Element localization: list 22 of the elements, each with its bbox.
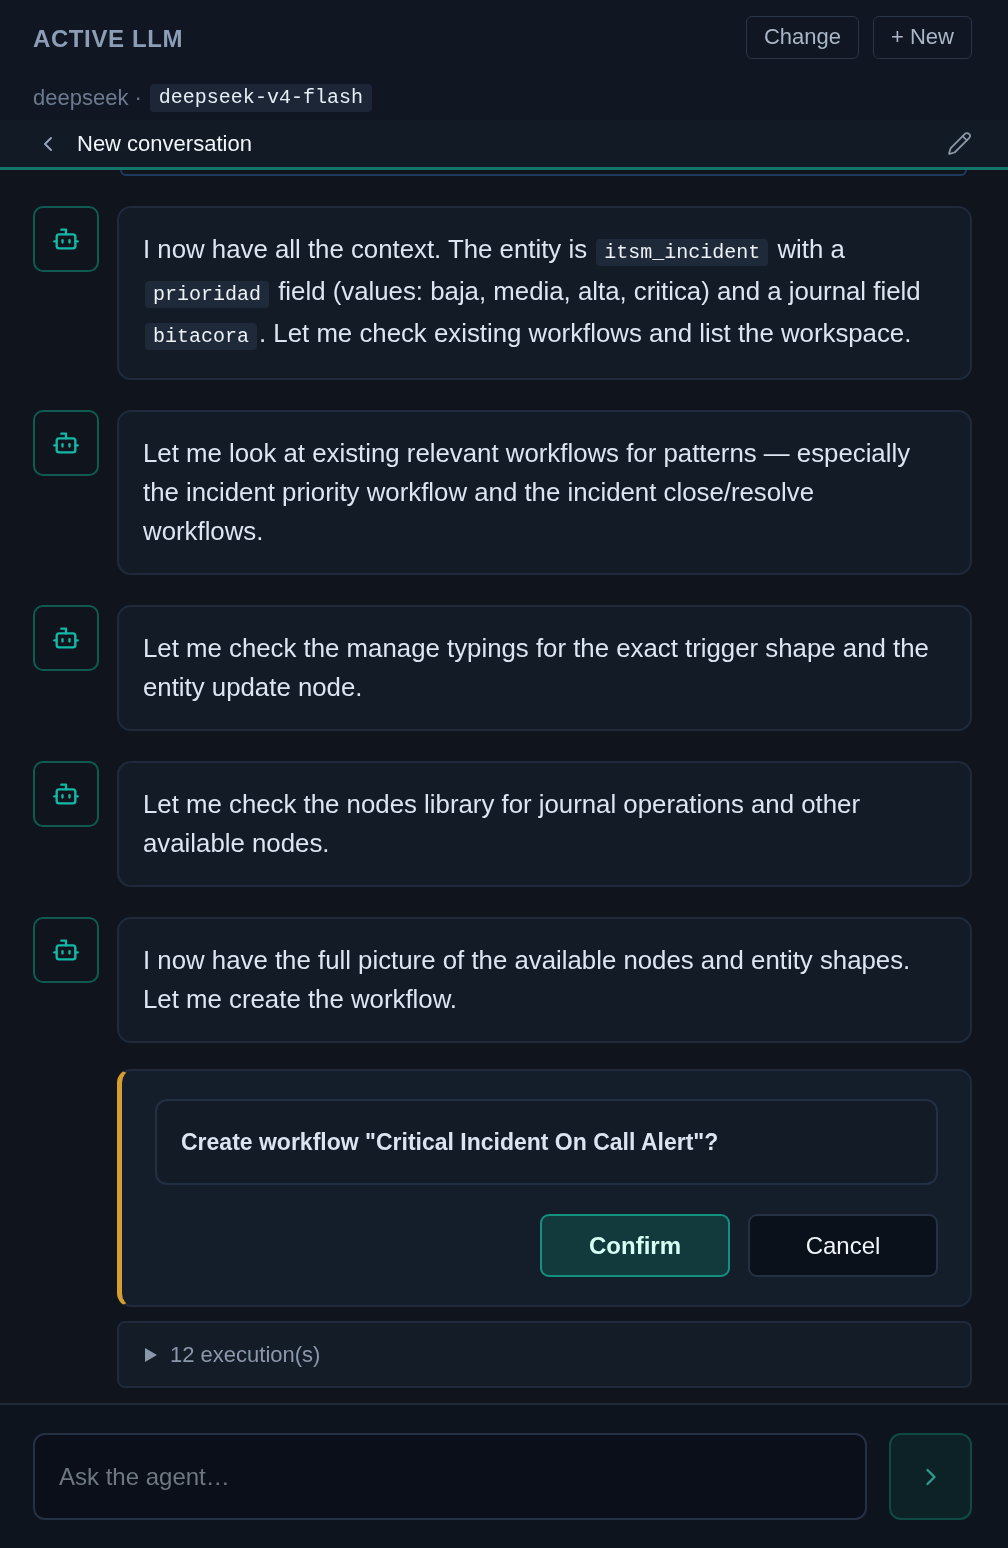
- message-input[interactable]: Ask the agent…: [33, 1433, 867, 1520]
- conversation-title: New conversation: [77, 130, 253, 157]
- message-text: Let me check the manage typings for the exact trigger shape and the entity update node.: [143, 633, 930, 703]
- robot-icon: [33, 917, 99, 983]
- robot-icon: [33, 605, 99, 671]
- section-title: ACTIVE LLM: [33, 24, 183, 54]
- model-name: deepseek-v4-flash: [149, 84, 372, 112]
- message-text: Let me check the nodes library for journal operations and other available nodes.: [143, 789, 861, 859]
- confirm-button[interactable]: Confirm: [540, 1214, 730, 1277]
- change-button[interactable]: Change: [745, 15, 859, 59]
- provider-name: deepseek ·: [33, 84, 142, 112]
- robot-icon: [33, 761, 99, 827]
- new-button[interactable]: + New: [873, 15, 972, 59]
- executions-toggle[interactable]: 12 execution(s): [117, 1321, 972, 1388]
- cancel-button[interactable]: Cancel: [748, 1214, 938, 1277]
- robot-icon: [33, 410, 99, 476]
- robot-icon: [33, 206, 99, 272]
- message-text: I now have the full picture of the available nodes and entity shapes. Let me create the workflow.: [143, 945, 912, 1015]
- message-text: Let me look at existing relevant workflows for patterns — especially the incident priority workflow and the incident close/resolve workflows.: [143, 438, 912, 547]
- confirmation-question: Create workflow "Critical Incident On Call Alert"?: [155, 1099, 938, 1185]
- message-text: I now have all the context. The entity is itsm_incident with a prioridad field (values: baja, media, alta, critica) and a journal field bitacora . Let me check existing workflows and list the workspace.: [143, 234, 922, 352]
- edit-icon[interactable]: [947, 131, 972, 156]
